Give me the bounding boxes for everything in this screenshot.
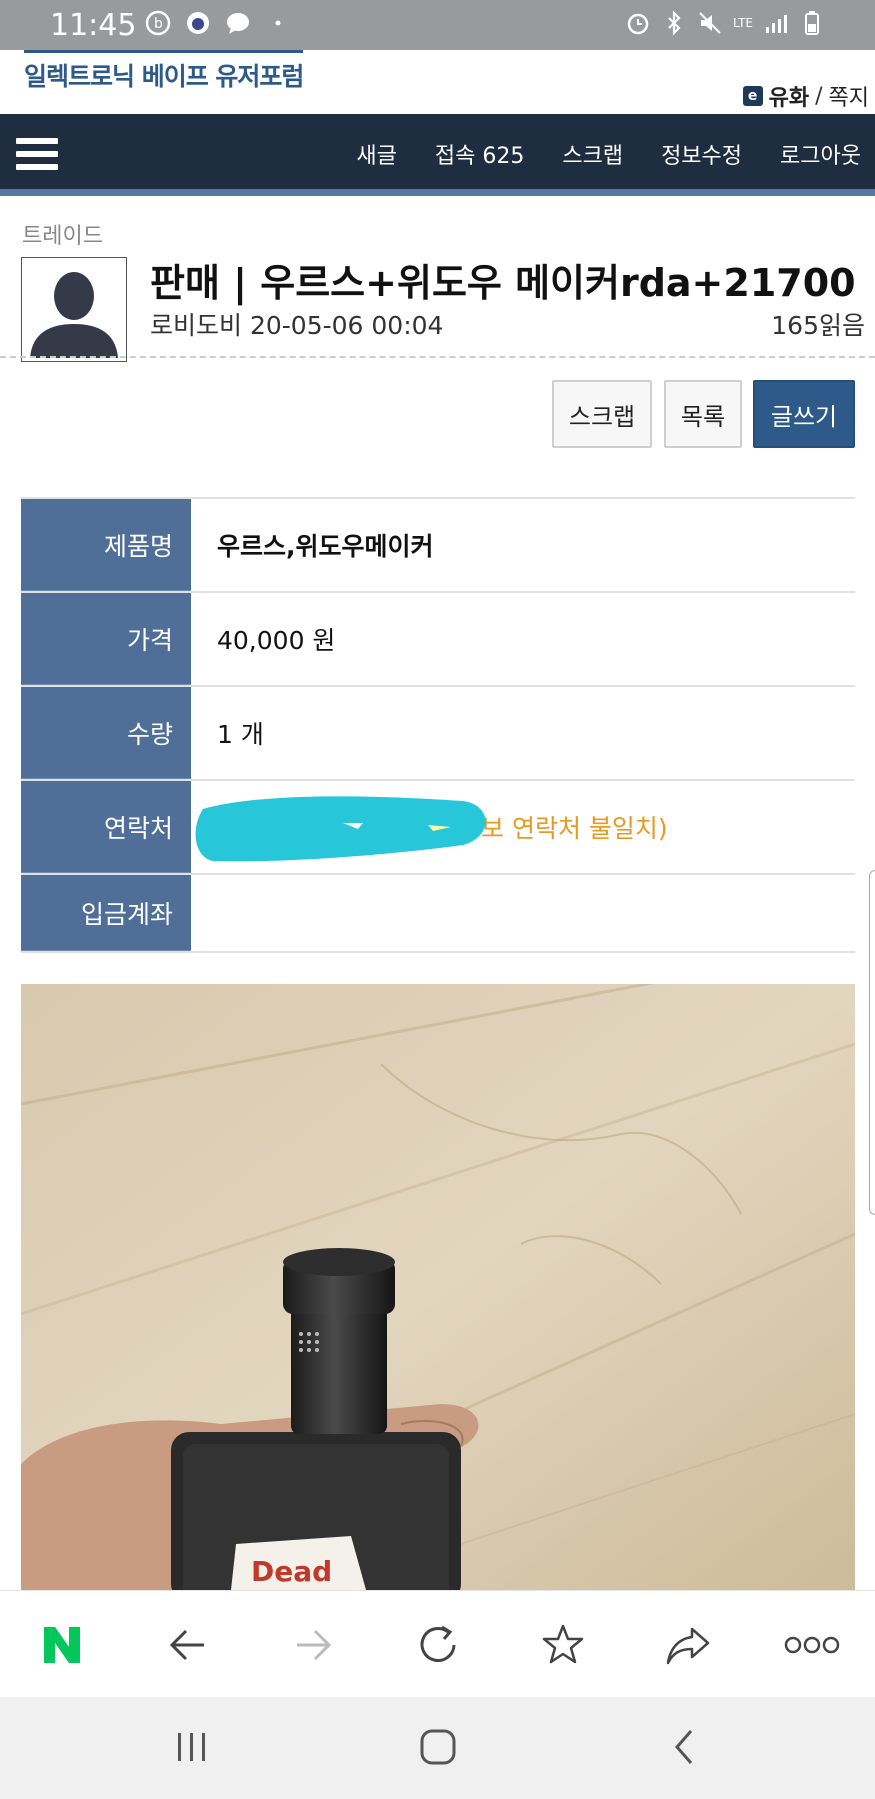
divider [0,356,875,358]
post-meta: 로비도비 20-05-06 00:04 [150,306,443,342]
nav-logout[interactable]: 로그아웃 [780,138,861,170]
value-quantity: 1 개 [217,720,264,749]
dot-icon [275,20,281,26]
avatar-placeholder-icon [22,258,126,361]
forward-icon[interactable] [283,1615,343,1675]
browser-toolbar [0,1590,875,1697]
scrap-button[interactable]: 스크랩 [552,380,652,448]
post-category[interactable]: 트레이드 [22,218,103,250]
network-type: LTE [733,16,753,30]
contact-warning-text: 보 연락처 불일치) [481,814,668,843]
value-price: 40,000 원 [217,626,336,655]
sticker-text: Dead [251,1555,332,1588]
table-row: 제품명 우르스,위도우메이커 [21,499,855,593]
recent-apps-icon[interactable] [172,1727,212,1771]
post-views: 165읽음 [771,311,865,340]
battery-icon [805,11,819,35]
table-row: 입금계좌 [21,875,855,953]
nav-edit-profile[interactable]: 정보수정 [661,138,742,170]
status-time: 11:45 [50,8,137,43]
naver-home-icon[interactable] [32,1615,92,1675]
user-links: e 유화 / 쪽지 [742,80,869,112]
chat-icon [227,13,249,34]
messenger-icon [187,12,209,34]
user-name-link[interactable]: 유화 [769,80,809,112]
mute-icon [699,12,721,34]
table-row: 연락처 보 연락처 불일치) [21,781,855,875]
label-bank-account: 입금계좌 [21,875,191,951]
value-product-name: 우르스,위도우메이커 [217,532,434,561]
post-datetime: 20-05-06 00:04 [249,311,444,340]
label-quantity: 수량 [21,687,191,779]
label-contact: 연락처 [21,781,191,873]
svg-text:b: b [154,16,163,32]
bookmark-star-icon[interactable] [533,1615,593,1675]
vape-photo: Dead [21,984,855,1590]
avatar[interactable] [21,257,127,362]
nav-items: 새글 접속 625 스크랩 정보수정 로그아웃 [356,138,861,170]
value-contact: 보 연락처 불일치) [191,781,855,873]
site-logo[interactable]: 일렉트로닉 베이프 유저포럼 [24,50,304,93]
b-app-icon: b [145,10,171,36]
nav-online[interactable]: 접속 625 [435,138,524,170]
separator: / [815,83,823,109]
user-level-icon: e [742,86,763,106]
value-bank-account [191,875,855,951]
messages-link[interactable]: 쪽지 [829,80,869,112]
post-photo[interactable]: Dead [21,984,855,1590]
home-icon[interactable] [418,1727,458,1771]
menu-icon[interactable] [16,138,58,172]
status-bar: 11:45 b LTE [0,0,875,50]
alarm-icon [627,13,649,35]
back-icon[interactable] [158,1615,218,1675]
nav-scrap[interactable]: 스크랩 [562,138,623,170]
label-price: 가격 [21,593,191,685]
nav-new-posts[interactable]: 새글 [356,138,396,170]
redaction-scribble [195,796,486,862]
table-row: 수량 1 개 [21,687,855,781]
table-row: 가격 40,000 원 [21,593,855,687]
system-nav-bar [0,1697,875,1799]
write-button[interactable]: 글쓰기 [753,380,855,448]
label-product-name: 제품명 [21,499,191,591]
share-icon[interactable] [658,1615,718,1675]
list-button[interactable]: 목록 [664,380,742,448]
bluetooth-icon [668,10,681,36]
post-author[interactable]: 로비도비 [150,311,242,340]
main-navbar: 새글 접속 625 스크랩 정보수정 로그아웃 [0,114,875,196]
trade-info-table: 제품명 우르스,위도우메이커 가격 40,000 원 수량 1 개 연락처 보 … [21,497,855,953]
signal-icon [766,15,787,33]
refresh-icon[interactable] [408,1615,468,1675]
site-header: 일렉트로닉 베이프 유저포럼 e 유화 / 쪽지 [0,50,875,114]
side-scroll-tab[interactable] [869,870,875,1215]
status-left-icons: b [145,10,291,36]
back-nav-icon[interactable] [665,1727,705,1771]
status-right-icons: LTE [625,10,825,36]
more-options-icon[interactable] [782,1615,842,1675]
post-title: 판매 | 우르스+위도우 메이커rda+21700 [150,261,856,305]
